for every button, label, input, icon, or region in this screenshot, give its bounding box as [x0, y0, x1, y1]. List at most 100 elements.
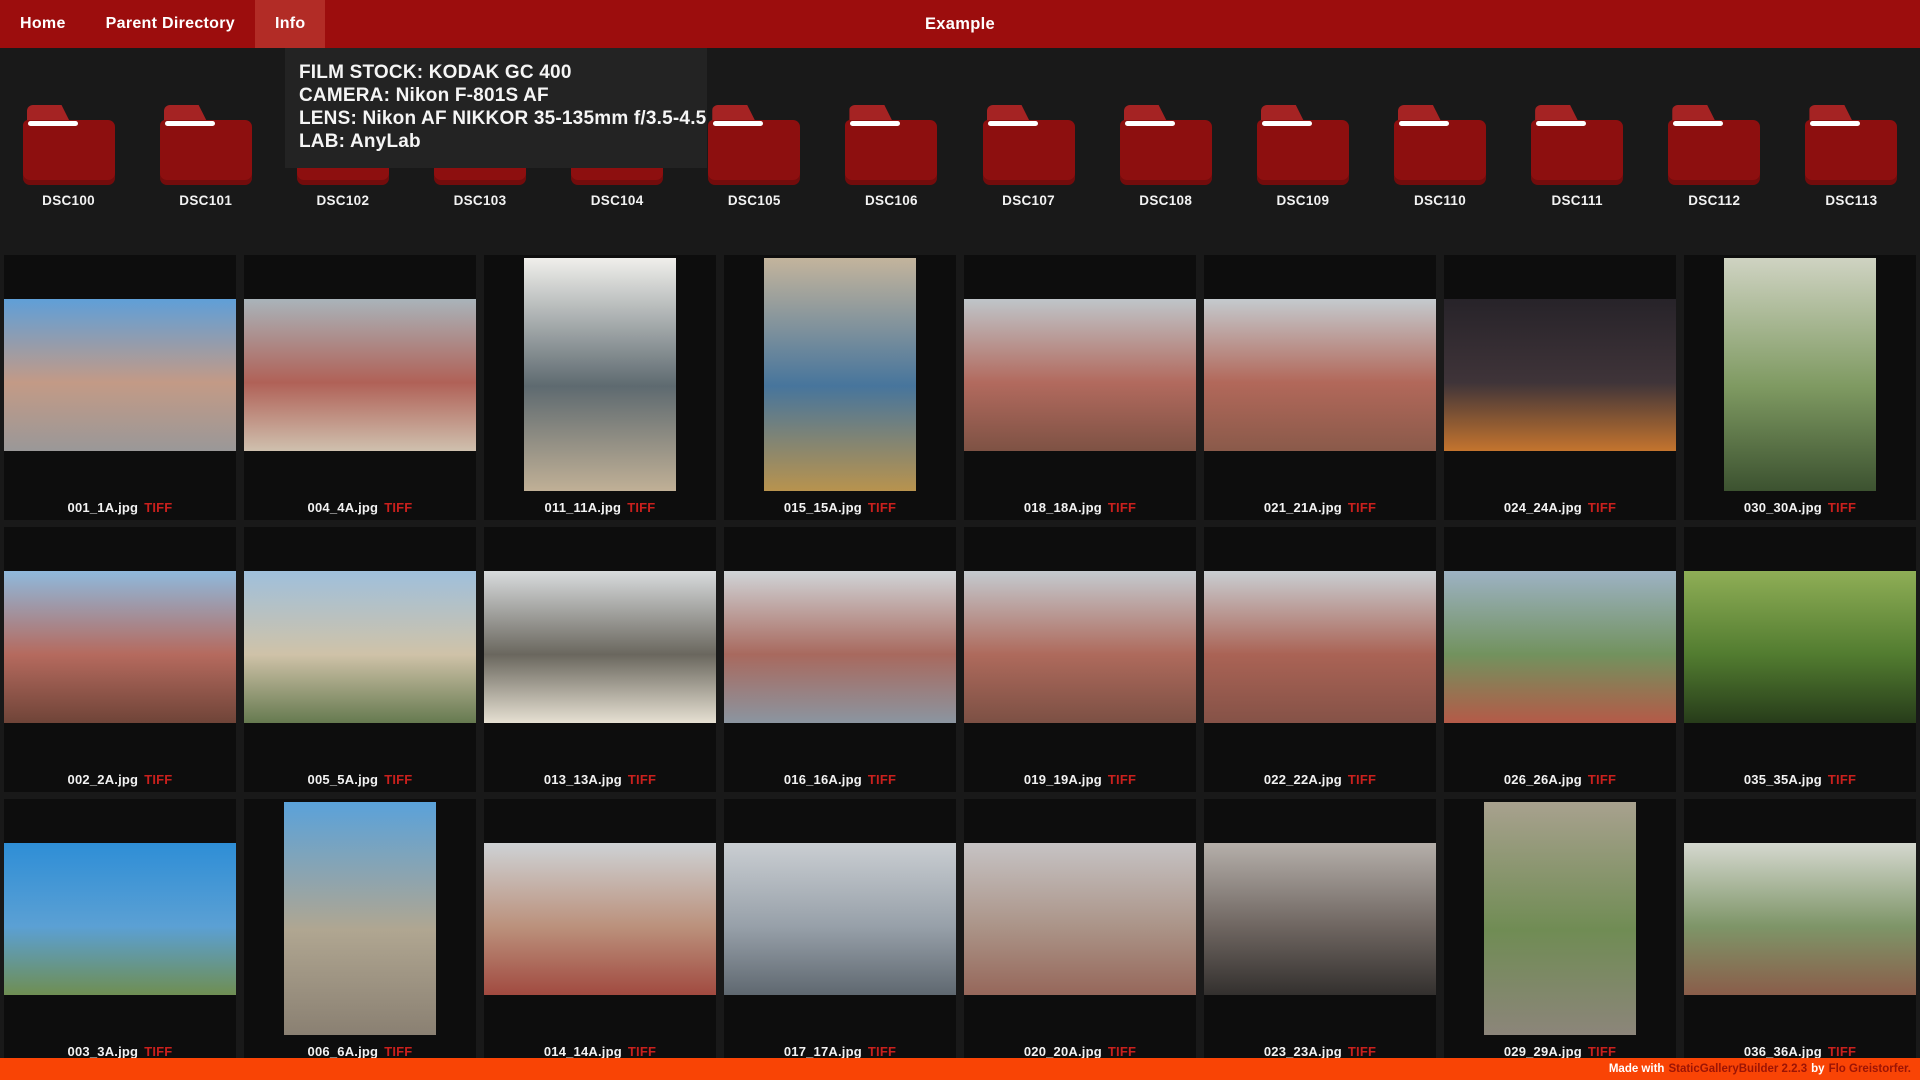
photo-area — [244, 799, 476, 1038]
file-name: 022_22A.jpg — [1263, 771, 1342, 787]
top-navbar: Example Home Parent Directory Info — [0, 0, 1920, 48]
photo-thumbnail[interactable] — [1484, 802, 1636, 1035]
folder-DSC108[interactable]: DSC108 — [1097, 105, 1234, 208]
photo-thumbnail[interactable] — [764, 258, 916, 491]
tiff-link[interactable]: TIFF — [628, 1044, 656, 1059]
tile-label: 002_2A.jpg TIFF — [4, 766, 236, 792]
folder-DSC109[interactable]: DSC109 — [1234, 105, 1371, 208]
photo-area — [1204, 255, 1436, 494]
footer-bar: Made with StaticGalleryBuilder 2.2.3 by … — [0, 1058, 1920, 1080]
tiff-link[interactable]: TIFF — [1588, 772, 1616, 787]
file-name: 036_36A.jpg — [1743, 1043, 1822, 1059]
photo-thumbnail[interactable] — [4, 570, 236, 723]
tiff-link[interactable]: TIFF — [868, 1044, 896, 1059]
nav-item-parent-directory[interactable]: Parent Directory — [86, 0, 255, 48]
folder-body — [845, 120, 938, 185]
folder-body — [1119, 120, 1212, 185]
photo-thumbnail[interactable] — [244, 298, 476, 451]
folder-body — [982, 120, 1075, 185]
tiff-link[interactable]: TIFF — [868, 500, 896, 515]
folder-label: DSC110 — [1413, 193, 1467, 208]
photo-thumbnail[interactable] — [724, 842, 956, 995]
photo-area — [244, 255, 476, 494]
tiff-link[interactable]: TIFF — [1828, 1044, 1856, 1059]
photo-thumbnail[interactable] — [1444, 570, 1676, 723]
photo-thumbnail[interactable] — [1444, 298, 1676, 451]
folder-DSC113[interactable]: DSC113 — [1783, 105, 1920, 208]
photo-thumbnail[interactable] — [244, 570, 476, 723]
photo-thumbnail[interactable] — [964, 842, 1196, 995]
photo-thumbnail[interactable] — [4, 842, 236, 995]
tiff-link[interactable]: TIFF — [384, 1044, 412, 1059]
photo-thumbnail[interactable] — [1204, 570, 1436, 723]
tiff-link[interactable]: TIFF — [1108, 772, 1136, 787]
tiff-link[interactable]: TIFF — [627, 500, 655, 515]
photo-thumbnail[interactable] — [1724, 258, 1876, 491]
tile-label: 001_1A.jpg TIFF — [4, 494, 236, 520]
folder-body — [1393, 120, 1486, 185]
tiff-link[interactable]: TIFF — [1828, 500, 1856, 515]
tiff-link[interactable]: TIFF — [1348, 500, 1376, 515]
file-name: 003_3A.jpg — [67, 1043, 139, 1059]
folder-label: DSC107 — [1002, 193, 1055, 208]
thumb-tile-020_20A: 020_20A.jpg TIFF — [964, 799, 1196, 1064]
thumb-tile-030_30A: 030_30A.jpg TIFF — [1684, 255, 1916, 520]
folder-DSC110[interactable]: DSC110 — [1371, 105, 1508, 208]
thumb-tile-005_5A: 005_5A.jpg TIFF — [244, 527, 476, 792]
thumb-tile-003_3A: 003_3A.jpg TIFF — [4, 799, 236, 1064]
photo-thumbnail[interactable] — [484, 842, 716, 995]
photo-area — [244, 527, 476, 766]
photo-thumbnail[interactable] — [1684, 570, 1916, 723]
folder-DSC107[interactable]: DSC107 — [960, 105, 1097, 208]
folder-DSC101[interactable]: DSC101 — [137, 105, 274, 208]
folder-stripe — [1673, 121, 1724, 126]
folder-stripe — [850, 121, 901, 126]
file-name: 026_26A.jpg — [1503, 771, 1582, 787]
tiff-link[interactable]: TIFF — [384, 500, 412, 515]
tiff-link[interactable]: TIFF — [144, 500, 172, 515]
file-name: 030_30A.jpg — [1743, 499, 1822, 515]
tiff-link[interactable]: TIFF — [384, 772, 412, 787]
footer-builder-link[interactable]: StaticGalleryBuilder 2.2.3 — [1668, 1063, 1807, 1075]
file-name: 006_6A.jpg — [307, 1043, 379, 1059]
nav-item-info[interactable]: Info — [254, 0, 326, 48]
file-name: 035_35A.jpg — [1743, 771, 1822, 787]
photo-thumbnail[interactable] — [1684, 842, 1916, 995]
tiff-link[interactable]: TIFF — [628, 772, 656, 787]
tiff-link[interactable]: TIFF — [144, 772, 172, 787]
tiff-link[interactable]: TIFF — [1828, 772, 1856, 787]
photo-thumbnail[interactable] — [1204, 842, 1436, 995]
footer-author-link[interactable]: Flo Greistorfer. — [1829, 1063, 1911, 1075]
photo-area — [1684, 527, 1916, 766]
photo-area — [484, 527, 716, 766]
photo-thumbnail[interactable] — [484, 570, 716, 723]
tiff-link[interactable]: TIFF — [1348, 772, 1376, 787]
tiff-link[interactable]: TIFF — [1588, 500, 1616, 515]
photo-thumbnail[interactable] — [964, 298, 1196, 451]
photo-thumbnail[interactable] — [724, 570, 956, 723]
photo-thumbnail[interactable] — [964, 570, 1196, 723]
tiff-link[interactable]: TIFF — [1108, 500, 1136, 515]
tile-label: 026_26A.jpg TIFF — [1444, 766, 1676, 792]
photo-area — [484, 799, 716, 1038]
folder-DSC111[interactable]: DSC111 — [1509, 105, 1646, 208]
tiff-link[interactable]: TIFF — [1108, 1044, 1136, 1059]
photo-thumbnail[interactable] — [4, 298, 236, 451]
tiff-link[interactable]: TIFF — [144, 1044, 172, 1059]
thumb-tile-026_26A: 026_26A.jpg TIFF — [1444, 527, 1676, 792]
tiff-link[interactable]: TIFF — [1348, 1044, 1376, 1059]
folder-DSC112[interactable]: DSC112 — [1646, 105, 1783, 208]
folder-stripe — [1124, 121, 1175, 126]
photo-thumbnail[interactable] — [284, 802, 436, 1035]
info-line-film: FILM STOCK: KODAK GC 400 — [299, 62, 572, 83]
photo-thumbnail[interactable] — [524, 258, 676, 491]
tiff-link[interactable]: TIFF — [1588, 1044, 1616, 1059]
folder-DSC106[interactable]: DSC106 — [823, 105, 960, 208]
nav-item-home[interactable]: Home — [0, 0, 86, 48]
tile-label: 021_21A.jpg TIFF — [1204, 494, 1436, 520]
tile-label: 004_4A.jpg TIFF — [244, 494, 476, 520]
folder-DSC100[interactable]: DSC100 — [0, 105, 137, 208]
tiff-link[interactable]: TIFF — [868, 772, 896, 787]
folder-stripe — [1536, 121, 1587, 126]
photo-thumbnail[interactable] — [1204, 298, 1436, 451]
